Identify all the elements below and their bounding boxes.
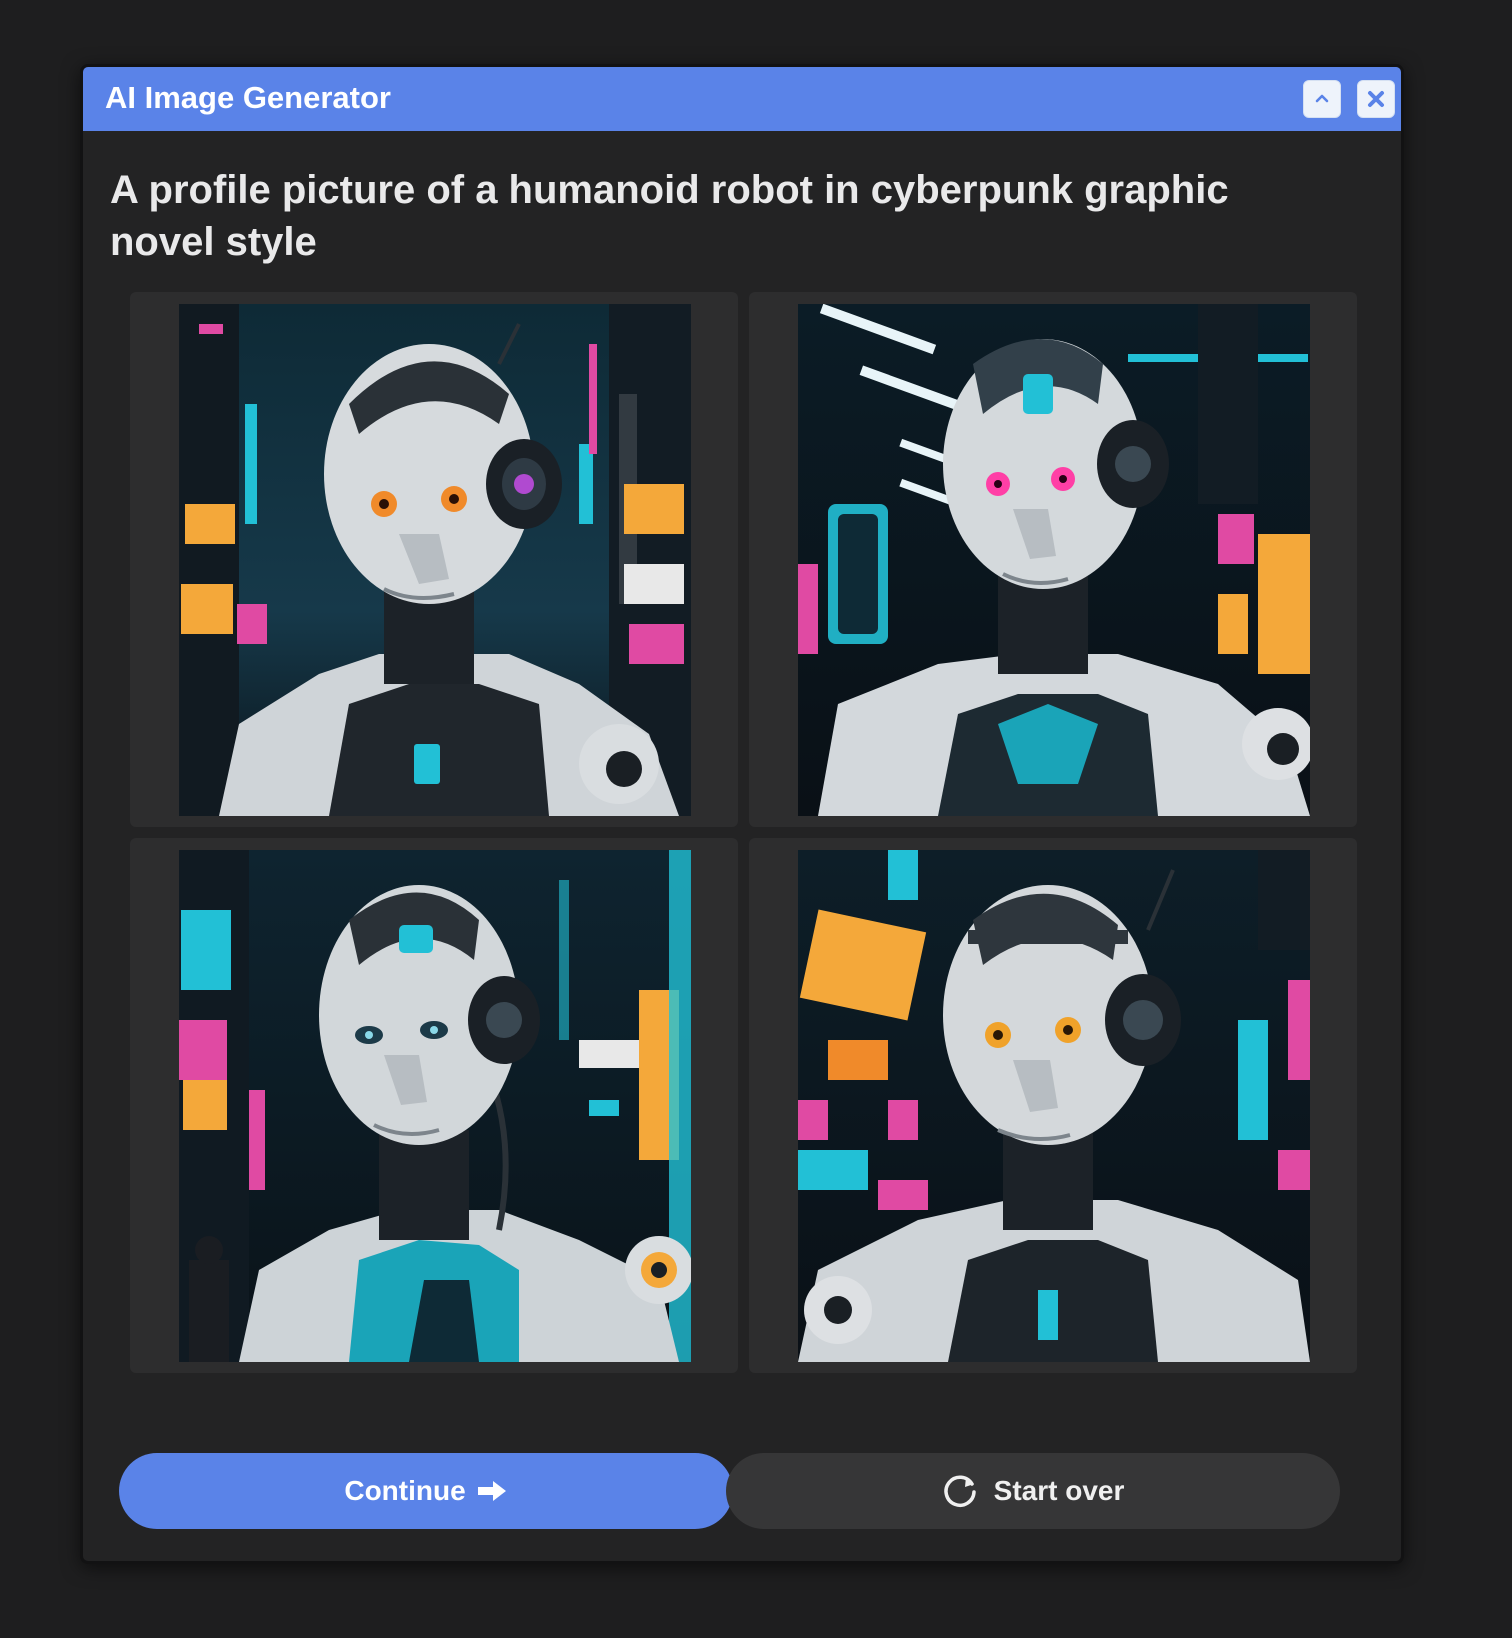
image-tile-1[interactable] [130, 292, 738, 827]
refresh-icon [942, 1472, 980, 1510]
start-over-label: Start over [993, 1475, 1125, 1506]
window-title: AI Image Generator [105, 80, 391, 115]
image-tile-2[interactable] [749, 292, 1357, 827]
close-button[interactable] [1357, 80, 1395, 118]
robot-portrait-image [798, 850, 1310, 1362]
chevron-up-icon [1315, 94, 1329, 103]
generated-image-3[interactable] [179, 850, 691, 1362]
close-icon [1368, 91, 1384, 107]
ai-image-generator-window: AI Image Generator A profile picture of … [80, 64, 1404, 1564]
generated-image-2[interactable] [798, 304, 1310, 816]
title-bar[interactable]: AI Image Generator [83, 67, 1401, 131]
robot-portrait-image [179, 304, 691, 816]
prompt-text: A profile picture of a humanoid robot in… [110, 168, 1229, 264]
generated-image-4[interactable] [798, 850, 1310, 1362]
generated-image-1[interactable] [179, 304, 691, 816]
arrow-right-icon [476, 1479, 508, 1503]
image-tile-4[interactable] [749, 838, 1357, 1373]
image-grid [130, 292, 1360, 1373]
continue-button[interactable]: Continue [119, 1453, 733, 1529]
robot-portrait-image [179, 850, 691, 1362]
continue-label: Continue [344, 1475, 466, 1506]
image-tile-3[interactable] [130, 838, 738, 1373]
collapse-button[interactable] [1303, 80, 1341, 118]
robot-portrait-image [798, 304, 1310, 816]
start-over-button[interactable]: Start over [726, 1453, 1340, 1529]
